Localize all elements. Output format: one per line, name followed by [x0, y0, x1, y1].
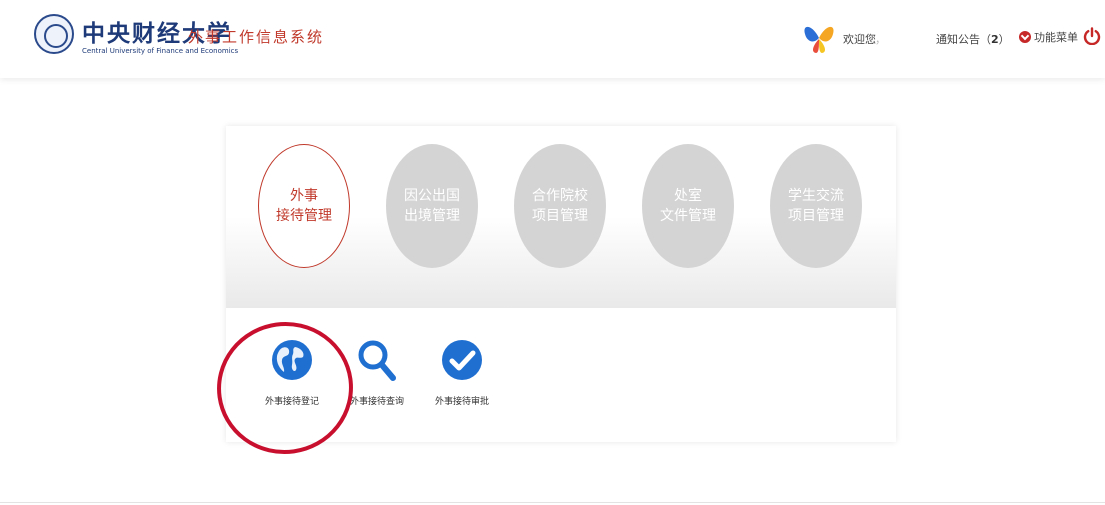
university-seal-icon: [34, 14, 74, 54]
tab-partner-schools[interactable]: 合作院校 项目管理: [514, 144, 606, 268]
tab-line2: 项目管理: [788, 208, 844, 224]
search-icon: [358, 340, 396, 381]
tab-office-documents[interactable]: 处室 文件管理: [642, 144, 734, 268]
power-icon[interactable]: [1083, 27, 1101, 45]
tab-line1: 合作院校: [532, 188, 588, 204]
tab-line2: 项目管理: [532, 208, 588, 224]
subitem-label: 外事接待登记: [264, 397, 319, 407]
check-circle-icon: [442, 340, 482, 380]
function-menu-button[interactable]: 功能菜单: [1019, 29, 1078, 45]
chevron-down-icon: [1019, 31, 1031, 43]
reception-query-button[interactable]: 外事接待查询: [337, 338, 417, 407]
notice-label: 通知公告（: [936, 33, 991, 46]
tab-line1: 外事: [290, 188, 318, 204]
tab-official-travel[interactable]: 因公出国 出境管理: [386, 144, 478, 268]
tab-line1: 学生交流: [788, 188, 844, 204]
tab-line2: 出境管理: [404, 208, 460, 224]
tab-foreign-reception[interactable]: 外事 接待管理: [258, 144, 350, 268]
system-title: 外事工作信息系统: [188, 28, 325, 46]
tab-line2: 文件管理: [660, 208, 716, 224]
notice-count: 2: [991, 33, 999, 46]
reception-register-button[interactable]: 外事接待登记: [252, 338, 332, 407]
butterfly-logo-icon: [804, 26, 834, 53]
tab-line2: 接待管理: [276, 208, 332, 224]
tab-line1: 因公出国: [404, 188, 460, 204]
tab-line1: 处室: [674, 188, 702, 204]
function-menu-label: 功能菜单: [1034, 31, 1078, 44]
tab-student-exchange[interactable]: 学生交流 项目管理: [770, 144, 862, 268]
globe-icon: [272, 340, 312, 380]
sub-function-list: 外事接待登记 外事接待查询 外事接待审批: [226, 308, 896, 442]
top-header: 中央财经大学 Central University of Finance and…: [0, 0, 1105, 78]
university-name-en: Central University of Finance and Econom…: [82, 47, 239, 55]
reception-approval-button[interactable]: 外事接待审批: [422, 338, 502, 407]
welcome-text: 欢迎您: [843, 33, 876, 46]
subitem-label: 外事接待审批: [434, 397, 489, 407]
footer-divider: [0, 502, 1105, 503]
username: ，: [875, 33, 886, 46]
notice-link[interactable]: 通知公告（2）: [936, 31, 1010, 47]
notice-close: ）: [998, 33, 1010, 46]
module-tabs: 外事 接待管理 因公出国 出境管理 合作院校 项目管理 处室 文件管理 学生交流…: [226, 126, 896, 308]
subitem-label: 外事接待查询: [349, 397, 404, 407]
module-panel: 外事 接待管理 因公出国 出境管理 合作院校 项目管理 处室 文件管理 学生交流…: [226, 126, 896, 442]
